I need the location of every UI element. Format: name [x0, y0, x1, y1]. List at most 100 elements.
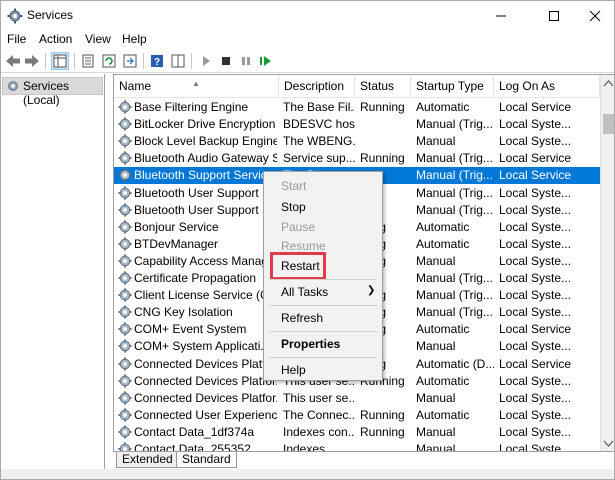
cell-log-on-as: Local Syste... [499, 288, 572, 303]
cell-log-on-as: Local Syste... [499, 407, 572, 422]
cell-name: BTDevManager [134, 236, 219, 251]
cell-startup-type: Manual (Trig... [416, 202, 493, 217]
cell-log-on-as: Local Syste... [499, 134, 572, 149]
scroll-up-icon[interactable] [602, 78, 615, 90]
cell-name: Client License Service (C... [134, 288, 277, 303]
refresh-button[interactable] [100, 52, 118, 70]
gear-icon [118, 271, 132, 285]
scroll-down-icon[interactable] [602, 437, 615, 449]
cell-status: Running [360, 151, 405, 166]
cell-log-on-as: Local Syste... [499, 390, 572, 405]
start-service-button[interactable] [197, 52, 215, 70]
cell-startup-type: Manual (Trig... [416, 288, 493, 303]
gear-icon [118, 339, 132, 353]
back-arrow-icon [6, 55, 20, 67]
forward-arrow-icon [25, 55, 39, 67]
menu-view[interactable]: View [85, 32, 111, 46]
cell-log-on-as: Local Syste... [499, 185, 572, 200]
cell-name: Bluetooth Support Service [134, 168, 274, 183]
menu-separator [269, 305, 377, 306]
menu-item-help[interactable]: Help [281, 363, 306, 377]
back-button[interactable] [4, 52, 22, 70]
cell-name: COM+ System Applicati... [134, 339, 271, 354]
cell-name: Bluetooth User Support S... [134, 202, 277, 217]
column-header-name[interactable]: Name ▲ [114, 75, 279, 98]
gear-icon [118, 203, 132, 217]
table-row[interactable]: BitLocker Drive Encryption ... BDESVC hos… [114, 116, 600, 133]
show-tree-button[interactable] [51, 52, 69, 70]
cell-log-on-as: Local Syste... [499, 117, 572, 132]
menu-item-refresh[interactable]: Refresh [281, 311, 323, 325]
help-button[interactable]: ? [148, 52, 166, 70]
vertical-scrollbar[interactable] [600, 75, 615, 452]
tree-item-services-local[interactable]: Services (Local) [2, 77, 103, 107]
help-icon: ? [151, 55, 163, 68]
column-header-log-on-as[interactable]: Log On As [494, 75, 600, 98]
cell-log-on-as: Local Service [499, 168, 572, 183]
gear-icon [118, 408, 132, 422]
menu-item-resume[interactable]: Resume [281, 239, 326, 253]
minimize-button[interactable] [478, 1, 524, 30]
table-row[interactable]: Contact Data_1df374a Indexes con... Runnin… [114, 424, 600, 441]
scrollbar-thumb[interactable] [603, 114, 614, 134]
table-row[interactable]: Bluetooth Audio Gateway S... Service sup.… [114, 150, 600, 167]
cell-startup-type: Automatic [416, 373, 470, 388]
menu-item-stop[interactable]: Stop [281, 200, 306, 214]
gear-icon [8, 81, 18, 91]
menu-item-properties[interactable]: Properties [281, 337, 340, 351]
toolbar-separator [74, 53, 75, 69]
restart-service-button[interactable] [257, 52, 275, 70]
cell-log-on-as: Local Service [499, 151, 572, 166]
table-row[interactable]: Connected User Experience... The Connec..… [114, 407, 600, 424]
pause-icon [242, 57, 250, 65]
menu-item-pause[interactable]: Pause [281, 220, 315, 234]
cell-startup-type: Manual (Trig... [416, 168, 493, 183]
minimize-icon [496, 15, 506, 16]
split-view-button[interactable] [169, 52, 187, 70]
gear-icon [118, 322, 132, 336]
cell-log-on-as: Local Syste... [499, 424, 572, 439]
tab-standard[interactable]: Standard [176, 452, 237, 468]
cell-startup-type: Manual [416, 253, 456, 268]
stop-service-button[interactable] [217, 52, 235, 70]
cell-name: Certificate Propagation [134, 271, 257, 285]
cell-log-on-as: Local Syste... [499, 253, 572, 268]
tab-extended[interactable]: Extended [116, 452, 179, 468]
maximize-button[interactable] [531, 1, 577, 30]
forward-button[interactable] [23, 52, 41, 70]
table-row[interactable]: Connected Devices Platfor... This user se… [114, 390, 600, 407]
menu-item-start[interactable]: Start [281, 179, 306, 193]
table-row[interactable]: Base Filtering Engine The Base Fil... Runn… [114, 99, 600, 116]
view-tabs: Extended Standard [113, 451, 614, 469]
cell-name: Contact Data_1df374a [134, 424, 255, 439]
column-header-description[interactable]: Description [279, 75, 355, 98]
cell-log-on-as: Local Service [499, 356, 572, 371]
window-title: Services [27, 8, 74, 22]
split-view-icon [171, 54, 185, 68]
cell-log-on-as: Local Syste... [499, 236, 572, 251]
toolbar: ? [1, 49, 614, 73]
pause-service-button[interactable] [237, 52, 255, 70]
toolbar-separator [143, 53, 144, 69]
close-icon [589, 10, 601, 21]
menu-item-restart[interactable]: Restart [281, 259, 320, 273]
close-button[interactable] [572, 1, 614, 30]
menu-file[interactable]: File [7, 32, 26, 46]
table-row[interactable]: Block Level Backup Engine ... The WBENG..… [114, 133, 600, 150]
column-header-status[interactable]: Status [355, 75, 411, 98]
menu-item-all-tasks[interactable]: All Tasks [281, 285, 328, 299]
cell-startup-type: Manual (Trig... [416, 185, 493, 200]
cell-name: Base Filtering Engine [134, 100, 249, 114]
column-header-startup-type[interactable]: Startup Type [411, 75, 494, 98]
export-list-button[interactable] [121, 52, 139, 70]
gear-icon [118, 220, 132, 234]
submenu-arrow-icon: ❯ [367, 285, 376, 296]
title-bar[interactable]: Services [1, 1, 614, 30]
properties-button[interactable] [79, 52, 97, 70]
cell-log-on-as: Local Syste... [499, 373, 572, 388]
cell-description: BDESVC hos... [283, 117, 355, 132]
menu-help[interactable]: Help [122, 32, 147, 46]
cell-log-on-as: Local Syste... [499, 305, 572, 320]
menu-action[interactable]: Action [39, 32, 72, 46]
gear-icon [118, 425, 132, 439]
